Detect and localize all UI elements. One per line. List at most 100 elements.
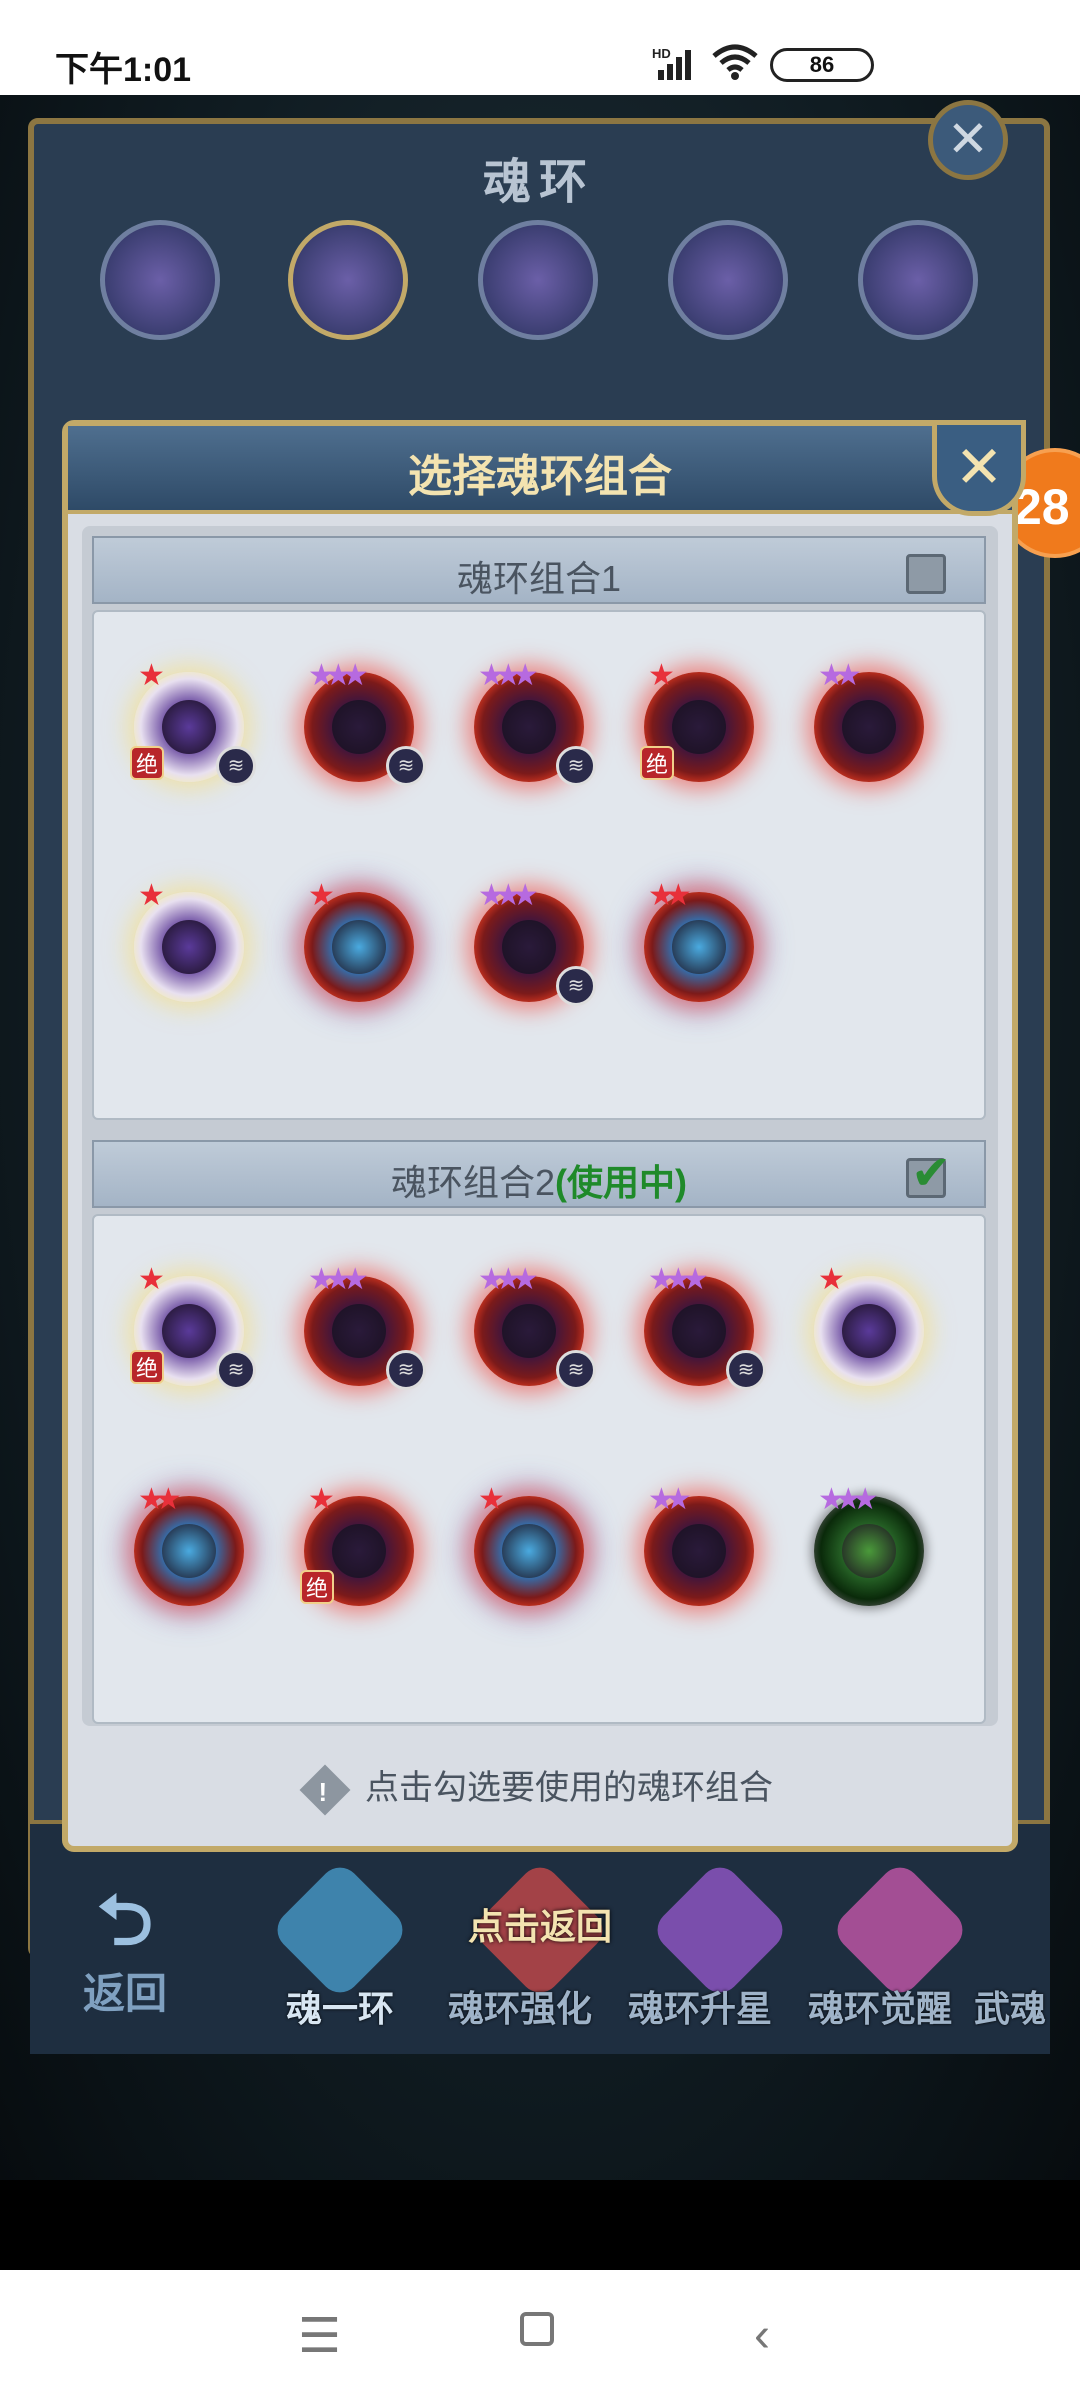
combo-1-header[interactable]: 魂环组合1 [92, 536, 986, 604]
soul-ring-icon[interactable]: ★★★ ≋ [294, 1263, 426, 1396]
star-rating-icon: ★★ [648, 879, 692, 912]
star-rating-icon: ★ [478, 1483, 505, 1516]
soul-ring-slot-2[interactable] [288, 220, 408, 340]
star-rating-icon: ★★ [138, 1483, 182, 1516]
soul-ring-icon[interactable]: ★ [124, 879, 254, 1012]
soul-ring-icon[interactable]: ★ [464, 1483, 594, 1616]
combo-1-checkbox[interactable] [906, 554, 946, 594]
soul-ring-creature-icon [332, 920, 386, 974]
combo-1-label: 魂环组合1 [456, 558, 622, 599]
soul-ring-slot-3[interactable] [478, 220, 598, 340]
soul-ring-creature-icon [502, 920, 556, 974]
game-bottom-gap [0, 2180, 1080, 2270]
star-rating-icon: ★ [138, 879, 165, 912]
wifi-icon [712, 44, 758, 80]
soul-ring-creature-icon [502, 700, 556, 754]
star-rating-icon: ★ [308, 1483, 335, 1516]
soul-ring-creature-icon [162, 920, 216, 974]
tab-soul-ring-one[interactable]: 魂一环 [250, 1980, 430, 2032]
star-rating-icon: ★ [818, 1263, 845, 1296]
jue-badge: 绝 [130, 1350, 164, 1384]
soul-ring-icon[interactable]: ★★★ ≋ [464, 659, 596, 792]
soul-ring-icon[interactable]: ★★ [634, 879, 764, 1012]
back-nav-icon[interactable]: ‹ [754, 2308, 770, 2363]
star-rating-icon: ★ [648, 659, 675, 692]
soul-ring-icon[interactable]: ★ 绝 ≋ [124, 659, 256, 792]
soul-ring-icon[interactable]: ★★ [634, 1483, 764, 1616]
star-rating-icon: ★★★ [478, 659, 539, 692]
soul-ring-icon[interactable]: ★★★ [804, 1483, 934, 1616]
tab-soul-ring-enhance[interactable]: 魂环强化 [430, 1980, 610, 2032]
soul-ring-icon[interactable]: ★★★ ≋ [464, 879, 596, 1012]
combo-2-ring-grid: ★ 绝 ≋ ★★★ ≋ ★★★ ≋ ★★★ ≋ ★ ★★ ★ 绝 ★ ★★ ★★★ [92, 1214, 986, 1724]
soul-ring-creature-icon [332, 700, 386, 754]
soul-ring-icon[interactable]: ★ 绝 [634, 659, 764, 792]
system-nav-bar: ☰ ‹ [0, 2270, 1080, 2400]
soul-ring-icon[interactable]: ★ 绝 ≋ [124, 1263, 256, 1396]
soul-ring-creature-icon [502, 1524, 556, 1578]
status-time: 下午1:01 [55, 51, 192, 89]
star-rating-icon: ★ [308, 879, 335, 912]
soul-ring-creature-icon [672, 920, 726, 974]
dialog-hint: ! 点击勾选要使用的魂环组合 [68, 1760, 1012, 1816]
soul-ring-icon[interactable]: ★★★ ≋ [634, 1263, 766, 1396]
panel-title: 魂环 [482, 156, 595, 209]
back-label: 返回 [82, 1970, 167, 2017]
soul-ring-creature-icon [162, 1524, 216, 1578]
combo-2-checkbox[interactable]: ✔ [906, 1147, 951, 1200]
star-rating-icon: ★★★ [308, 1263, 369, 1296]
soul-ring-creature-icon [672, 1524, 726, 1578]
tap-to-return-hint: 点击返回 [467, 1906, 612, 1947]
wing-badge-icon: ≋ [556, 746, 596, 786]
tab-martial-soul[interactable]: 武魂 [970, 1980, 1050, 2032]
dialog-title: 选择魂环组合 [408, 452, 672, 501]
soul-ring-icon[interactable]: ★★ [124, 1483, 254, 1616]
soul-ring-icon[interactable]: ★ [804, 1263, 934, 1396]
dialog-body: 魂环组合1 ★ 绝 ≋ ★★★ ≋ ★★★ ≋ ★ 绝 ★★ ★ ★ ★★★ ≋ ★★ 魂环组合2(使用中… [82, 526, 998, 1726]
soul-ring-slot-1[interactable] [100, 220, 220, 340]
wing-badge-icon: ≋ [386, 1350, 426, 1390]
combo-2-header[interactable]: 魂环组合2(使用中) ✔ [92, 1140, 986, 1208]
star-rating-icon: ★★ [818, 659, 862, 692]
dialog-close-button[interactable]: ✕ [932, 420, 1026, 516]
wing-badge-icon: ≋ [386, 746, 426, 786]
soul-ring-creature-icon [332, 1524, 386, 1578]
soul-ring-creature-icon [502, 1304, 556, 1358]
soul-ring-creature-icon [842, 700, 896, 754]
soul-ring-icon[interactable]: ★★ [804, 659, 934, 792]
jue-badge: 绝 [640, 746, 674, 780]
soul-ring-slot-4[interactable] [668, 220, 788, 340]
dialog-header: 选择魂环组合 [68, 426, 1012, 514]
star-rating-icon: ★ [138, 659, 165, 692]
wing-badge-icon: ≋ [726, 1350, 766, 1390]
panel-close-button[interactable]: ✕ [928, 100, 1008, 180]
soul-ring-slot-5[interactable] [858, 220, 978, 340]
star-rating-icon: ★★★ [308, 659, 369, 692]
checkmark-icon: ✔ [911, 1147, 952, 1200]
soul-ring-creature-icon [672, 1304, 726, 1358]
soul-ring-creature-icon [162, 1304, 216, 1358]
jue-badge: 绝 [130, 746, 164, 780]
soul-ring-icon[interactable]: ★ 绝 [294, 1483, 424, 1616]
menu-icon[interactable]: ☰ [298, 2308, 341, 2364]
battery-indicator: 86 [770, 48, 874, 82]
combo-1-ring-grid: ★ 绝 ≋ ★★★ ≋ ★★★ ≋ ★ 绝 ★★ ★ ★ ★★★ ≋ ★★ [92, 610, 986, 1120]
soul-ring-creature-icon [332, 1304, 386, 1358]
soul-ring-creature-icon [672, 700, 726, 754]
soul-ring-icon[interactable]: ★★★ ≋ [464, 1263, 596, 1396]
tab-soul-ring-star-up[interactable]: 魂环升星 [610, 1980, 790, 2032]
star-rating-icon: ★★ [648, 1483, 692, 1516]
star-rating-icon: ★★★ [818, 1483, 879, 1516]
soul-ring-icon[interactable]: ★ [294, 879, 424, 1012]
soul-ring-creature-icon [842, 1524, 896, 1578]
tab-soul-ring-awaken[interactable]: 魂环觉醒 [790, 1980, 970, 2032]
svg-text:HD: HD [652, 46, 671, 61]
select-soul-ring-combo-dialog: 选择魂环组合 ✕ 魂环组合1 ★ 绝 ≋ ★★★ ≋ ★★★ ≋ ★ 绝 ★★ ★ ★ ★★★ ≋ ★★ … [62, 420, 1026, 1852]
jue-badge: 绝 [300, 1570, 334, 1604]
home-icon[interactable] [520, 2312, 554, 2346]
wing-badge-icon: ≋ [556, 1350, 596, 1390]
info-diamond-icon: ! [299, 1764, 351, 1816]
soul-ring-icon[interactable]: ★★★ ≋ [294, 659, 426, 792]
star-rating-icon: ★★★ [648, 1263, 709, 1296]
status-bar: 下午1:01 HD 86 [0, 0, 1080, 95]
